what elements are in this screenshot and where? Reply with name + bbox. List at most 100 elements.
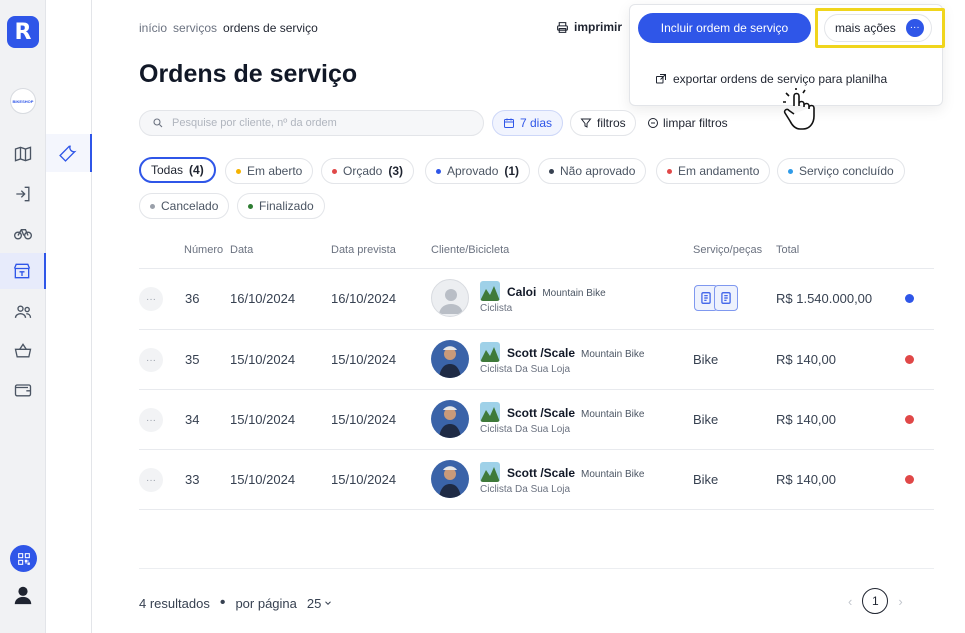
tab-orcado[interactable]: Orçado (3) xyxy=(321,158,415,184)
external-link-icon xyxy=(656,74,666,84)
tab-em-andamento[interactable]: Em andamento xyxy=(656,158,771,184)
column-header-date[interactable]: Data xyxy=(230,244,253,256)
minus-circle-icon xyxy=(648,118,658,128)
table-row[interactable]: ··· 33 15/10/2024 15/10/2024 Scott /Scal… xyxy=(139,450,934,510)
service-parts: Bike xyxy=(693,472,719,487)
pagination: ‹ 1 › xyxy=(848,588,903,614)
more-actions-button[interactable]: mais ações ··· xyxy=(824,14,932,42)
row-more-button[interactable]: ··· xyxy=(139,408,163,432)
table-row[interactable]: ··· 36 16/10/2024 16/10/2024 Caloi Mounta… xyxy=(139,269,934,329)
calendar-icon xyxy=(504,118,514,128)
print-button[interactable]: imprimir xyxy=(556,20,622,34)
chevron-down-icon xyxy=(325,601,332,605)
service-parts: Bike xyxy=(693,412,719,427)
row-more-button[interactable]: ··· xyxy=(139,287,163,311)
add-service-order-button[interactable]: Incluir ordem de serviço xyxy=(638,13,811,43)
customer-avatar-placeholder xyxy=(431,279,469,317)
tab-em-aberto[interactable]: Em aberto xyxy=(225,158,314,184)
bike-type: Mountain Bike xyxy=(581,469,645,480)
prev-page-icon[interactable]: ‹ xyxy=(848,594,852,609)
table-row[interactable]: ··· 34 15/10/2024 15/10/2024 Scott /Scal… xyxy=(139,390,934,450)
bike-type: Mountain Bike xyxy=(581,349,645,360)
print-label: imprimir xyxy=(574,20,623,34)
tab-label: Orçado xyxy=(343,164,383,178)
filters-button[interactable]: filtros xyxy=(570,110,636,136)
date-range-label: 7 dias xyxy=(520,116,553,130)
tab-label: Todas xyxy=(151,163,184,177)
service-parts-icons xyxy=(694,285,738,311)
order-total: R$ 140,00 xyxy=(776,352,836,367)
tab-cancelado[interactable]: Cancelado xyxy=(139,193,230,219)
bicycle-icon[interactable] xyxy=(0,215,46,251)
tab-finalizado[interactable]: Finalizado xyxy=(237,193,325,219)
table-row[interactable]: ··· 35 15/10/2024 15/10/2024 Scott /Scal… xyxy=(139,330,934,390)
bike-type: Mountain Bike xyxy=(542,288,606,299)
tab-aprovado[interactable]: Aprovado (1) xyxy=(425,158,531,184)
order-total: R$ 140,00 xyxy=(776,412,836,427)
status-dot xyxy=(667,168,672,174)
filters-label: filtros xyxy=(597,116,626,130)
bike-name-text: Scott /Scale xyxy=(507,346,576,360)
tab-count: (4) xyxy=(189,163,204,177)
row-more-button[interactable]: ··· xyxy=(139,348,163,372)
bike-thumbnail-icon xyxy=(480,462,500,482)
tab-nao-aprovado[interactable]: Não aprovado xyxy=(538,158,647,184)
wallet-icon[interactable] xyxy=(0,372,46,408)
breadcrumb: início serviços ordens de serviço xyxy=(139,21,318,35)
divider xyxy=(139,568,934,569)
column-header-customer[interactable]: Cliente/Bicicleta xyxy=(431,244,509,256)
customer-name: Ciclista xyxy=(480,303,513,314)
store-avatar[interactable]: BIKESHOP xyxy=(10,88,36,114)
qr-code-icon[interactable] xyxy=(10,545,37,572)
users-icon[interactable] xyxy=(0,294,46,330)
row-more-button[interactable]: ··· xyxy=(139,468,163,492)
breadcrumb-current: ordens de serviço xyxy=(223,21,318,35)
per-page-value: 25 xyxy=(306,595,322,611)
customer-avatar-photo xyxy=(431,460,469,498)
tab-count: (1) xyxy=(504,164,520,178)
order-number: 34 xyxy=(185,412,200,427)
customer-avatar-photo xyxy=(431,340,469,378)
column-header-service[interactable]: Serviço/peças xyxy=(693,244,762,256)
login-icon[interactable] xyxy=(0,176,46,212)
printer-icon xyxy=(557,21,568,33)
store-icon[interactable] xyxy=(0,253,46,289)
next-page-icon[interactable]: › xyxy=(898,594,902,609)
export-spreadsheet-menu-item[interactable]: exportar ordens de serviço para planilha xyxy=(655,72,887,86)
bike-name-text: Scott /Scale xyxy=(507,406,576,420)
bike-type: Mountain Bike xyxy=(581,409,645,420)
status-dot xyxy=(905,294,914,303)
tab-todas[interactable]: Todas (4) xyxy=(139,157,216,183)
bike-name-text: Scott /Scale xyxy=(507,466,576,480)
status-dot xyxy=(236,168,241,174)
map-icon[interactable] xyxy=(0,136,46,172)
order-due-date: 16/10/2024 xyxy=(331,291,397,306)
bike-name-text: Caloi xyxy=(507,285,537,299)
bike-thumbnail-icon xyxy=(480,342,500,362)
logo-letter: R xyxy=(14,19,32,45)
more-dots-icon: ··· xyxy=(905,19,924,37)
search-input[interactable] xyxy=(172,117,472,129)
per-page-select[interactable]: 25 xyxy=(307,596,333,611)
results-count: 4 resultados xyxy=(139,595,210,611)
tab-servico-concluido[interactable]: Serviço concluído xyxy=(777,158,905,184)
search-box xyxy=(139,110,484,136)
tab-label: Em andamento xyxy=(678,164,760,178)
app-logo[interactable]: R xyxy=(7,16,39,48)
order-total: R$ 1.540.000,00 xyxy=(776,291,873,306)
wrench-icon[interactable] xyxy=(46,134,92,172)
column-header-due-date[interactable]: Data prevista xyxy=(331,244,396,256)
breadcrumb-home[interactable]: início xyxy=(139,21,167,35)
page-1-button[interactable]: 1 xyxy=(862,588,889,614)
breadcrumb-services[interactable]: serviços xyxy=(173,21,217,35)
clear-filters-button[interactable]: limpar filtros xyxy=(647,116,728,130)
column-header-total[interactable]: Total xyxy=(776,244,799,256)
order-due-date: 15/10/2024 xyxy=(331,412,397,427)
status-dot xyxy=(150,203,155,209)
column-header-number[interactable]: Número xyxy=(184,244,223,256)
date-range-chip[interactable]: 7 dias xyxy=(492,110,564,136)
user-profile-icon[interactable] xyxy=(12,584,34,606)
order-number: 35 xyxy=(185,352,200,367)
basket-icon[interactable] xyxy=(0,333,46,369)
bullet-separator: • xyxy=(219,594,226,611)
